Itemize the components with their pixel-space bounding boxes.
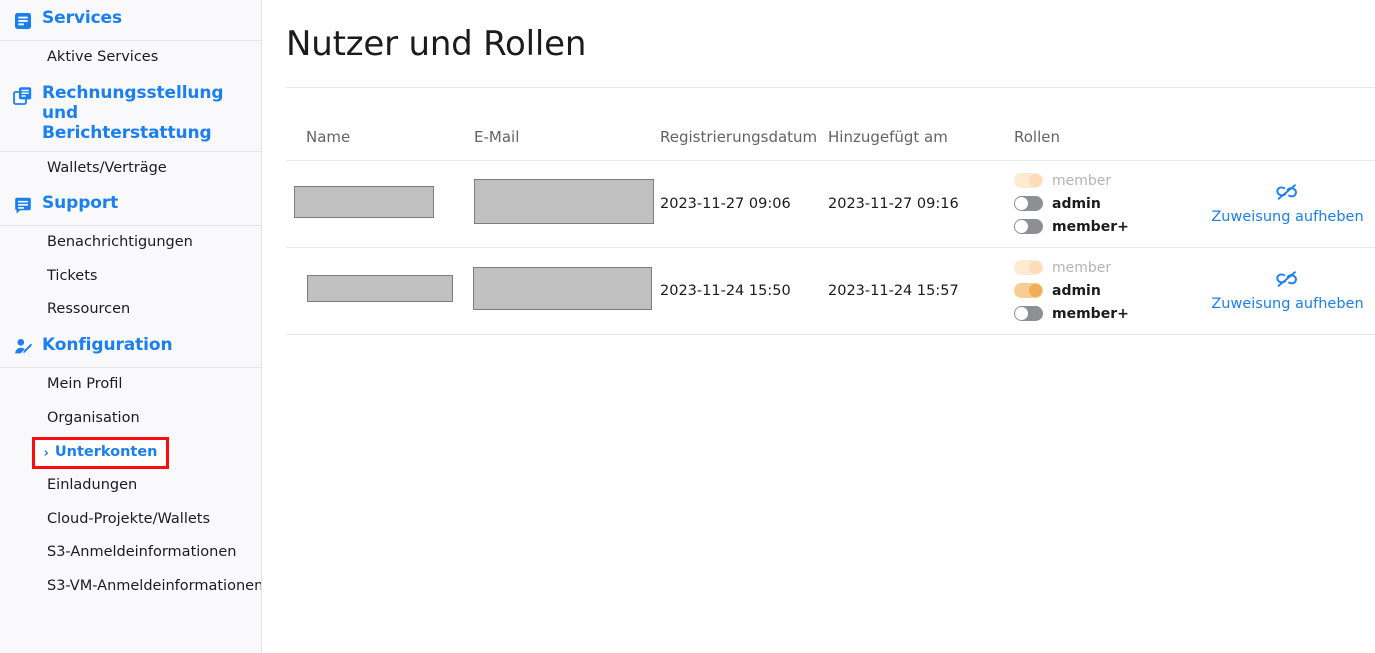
column-header-name: Name xyxy=(286,87,474,161)
sidebar-section-billing[interactable]: Rechnungsstellung und Berichterstattung xyxy=(0,75,261,152)
redacted-email xyxy=(474,179,654,225)
sidebar-item-aktive-services[interactable]: Aktive Services xyxy=(0,41,261,75)
redacted-name xyxy=(307,275,453,303)
column-header-registration-date: Registrierungsdatum xyxy=(660,87,828,161)
redacted-name xyxy=(294,185,434,218)
role-toggle-member[interactable]: member xyxy=(1014,173,1200,189)
toggle-switch[interactable] xyxy=(1014,173,1043,189)
toggle-knob xyxy=(1015,220,1028,234)
cell-email xyxy=(473,247,660,335)
toggle-switch[interactable] xyxy=(1014,196,1043,212)
unassign-button[interactable]: Zuweisung aufheben xyxy=(1211,182,1364,226)
cell-name xyxy=(286,160,474,248)
registration-date-value: 2023-11-27 09:06 xyxy=(660,195,791,212)
toggle-switch[interactable] xyxy=(1014,306,1043,322)
unassign-label: Zuweisung aufheben xyxy=(1211,209,1364,226)
cell-email xyxy=(474,160,660,248)
toggle-switch[interactable] xyxy=(1014,219,1043,235)
role-label: admin xyxy=(1052,282,1101,299)
sidebar-item-tickets[interactable]: Tickets xyxy=(0,260,261,294)
role-label: member+ xyxy=(1052,218,1129,235)
toggle-knob xyxy=(1029,261,1042,275)
sidebar-item-ressourcen[interactable]: Ressourcen xyxy=(0,293,261,327)
unlink-icon xyxy=(1275,269,1299,293)
sidebar-item-unterkonten[interactable]: › Unterkonten xyxy=(0,435,261,470)
sidebar-section-services[interactable]: Services xyxy=(0,0,261,41)
sidebar-section-label: Konfiguration xyxy=(42,334,173,355)
cell-added-on: 2023-11-24 15:57 xyxy=(828,247,1014,335)
role-label: admin xyxy=(1052,195,1101,212)
cell-actions: Zuweisung aufheben xyxy=(1200,160,1375,248)
column-header-actions xyxy=(1200,87,1375,161)
role-toggle-admin[interactable]: admin xyxy=(1014,196,1200,212)
toggle-knob xyxy=(1015,307,1028,321)
table-body: 2023-11-27 09:06 2023-11-27 09:16 member xyxy=(286,160,1375,335)
toggle-switch[interactable] xyxy=(1014,260,1043,276)
toggle-knob xyxy=(1029,174,1042,188)
cell-actions: Zuweisung aufheben xyxy=(1200,247,1375,335)
sidebar-section-konfiguration[interactable]: Konfiguration xyxy=(0,327,261,368)
role-label: member xyxy=(1052,259,1112,276)
active-item-highlight[interactable]: › Unterkonten xyxy=(32,437,169,470)
role-toggle-admin[interactable]: admin xyxy=(1014,283,1200,299)
sidebar-item-benachrichtigungen[interactable]: Benachrichtigungen xyxy=(0,226,261,260)
sidebar-item-s3-anmeldeinformationen[interactable]: S3-Anmeldeinformationen xyxy=(0,536,261,570)
role-toggle-member[interactable]: member xyxy=(1014,260,1200,276)
roles-toggle-group: member admin member+ xyxy=(1014,260,1200,322)
unassign-label: Zuweisung aufheben xyxy=(1211,296,1364,313)
column-header-roles: Rollen xyxy=(1014,87,1200,161)
table-row: 2023-11-27 09:06 2023-11-27 09:16 member xyxy=(286,160,1375,248)
sidebar: Services Aktive Services Rechnungsstellu… xyxy=(0,0,262,653)
role-toggle-memberplus[interactable]: member+ xyxy=(1014,306,1200,322)
users-roles-table: Name E-Mail Registrierungsdatum Hinzugef… xyxy=(286,87,1375,335)
redacted-email xyxy=(473,267,652,311)
column-header-added-on: Hinzugefügt am xyxy=(828,87,1014,161)
sidebar-item-mein-profil[interactable]: Mein Profil xyxy=(0,368,261,402)
cell-added-on: 2023-11-27 09:16 xyxy=(828,160,1014,248)
sidebar-item-wallets-vertraege[interactable]: Wallets/Verträge xyxy=(0,152,261,186)
cell-registration-date: 2023-11-27 09:06 xyxy=(660,160,828,248)
main-content: Nutzer und Rollen Name E-Mail Registrier… xyxy=(262,0,1375,653)
added-on-value: 2023-11-24 15:57 xyxy=(828,282,959,299)
sidebar-item-label: Unterkonten xyxy=(54,444,158,461)
document-icon xyxy=(12,10,34,32)
cell-registration-date: 2023-11-24 15:50 xyxy=(660,247,828,335)
column-header-email: E-Mail xyxy=(474,87,660,161)
unassign-button[interactable]: Zuweisung aufheben xyxy=(1211,269,1364,313)
sidebar-section-label: Services xyxy=(42,8,122,28)
unlink-icon xyxy=(1275,182,1299,206)
sidebar-item-organisation[interactable]: Organisation xyxy=(0,402,261,436)
toggle-switch[interactable] xyxy=(1014,283,1043,299)
table-header-row: Name E-Mail Registrierungsdatum Hinzugef… xyxy=(286,87,1375,161)
documents-stack-icon xyxy=(12,85,34,107)
app-root: Services Aktive Services Rechnungsstellu… xyxy=(0,0,1375,653)
role-toggle-memberplus[interactable]: member+ xyxy=(1014,219,1200,235)
speech-bubble-icon xyxy=(12,195,34,217)
sidebar-item-cloud-projekte-wallets[interactable]: Cloud-Projekte/Wallets xyxy=(0,503,261,537)
cell-roles: member admin member+ xyxy=(1014,160,1200,248)
registration-date-value: 2023-11-24 15:50 xyxy=(660,282,791,299)
cell-name xyxy=(286,247,474,335)
table-row: 2023-11-24 15:50 2023-11-24 15:57 member xyxy=(286,247,1375,335)
chevron-right-icon: › xyxy=(43,445,49,461)
user-edit-icon xyxy=(12,337,34,359)
toggle-knob xyxy=(1015,197,1028,211)
table-header: Name E-Mail Registrierungsdatum Hinzugef… xyxy=(286,87,1375,161)
sidebar-item-einladungen[interactable]: Einladungen xyxy=(0,469,261,503)
roles-toggle-group: member admin member+ xyxy=(1014,173,1200,235)
sidebar-section-label: Support xyxy=(42,193,119,214)
added-on-value: 2023-11-27 09:16 xyxy=(828,195,959,212)
toggle-knob xyxy=(1029,284,1042,298)
role-label: member xyxy=(1052,172,1112,189)
role-label: member+ xyxy=(1052,305,1129,322)
cell-roles: member admin member+ xyxy=(1014,247,1200,335)
sidebar-item-s3-vm-anmeldeinformationen[interactable]: S3-VM-Anmeldeinformationen xyxy=(0,570,261,604)
sidebar-section-support[interactable]: Support xyxy=(0,185,261,227)
sidebar-section-label: Rechnungsstellung und Berichterstattung xyxy=(42,82,224,143)
page-title: Nutzer und Rollen xyxy=(286,24,587,64)
